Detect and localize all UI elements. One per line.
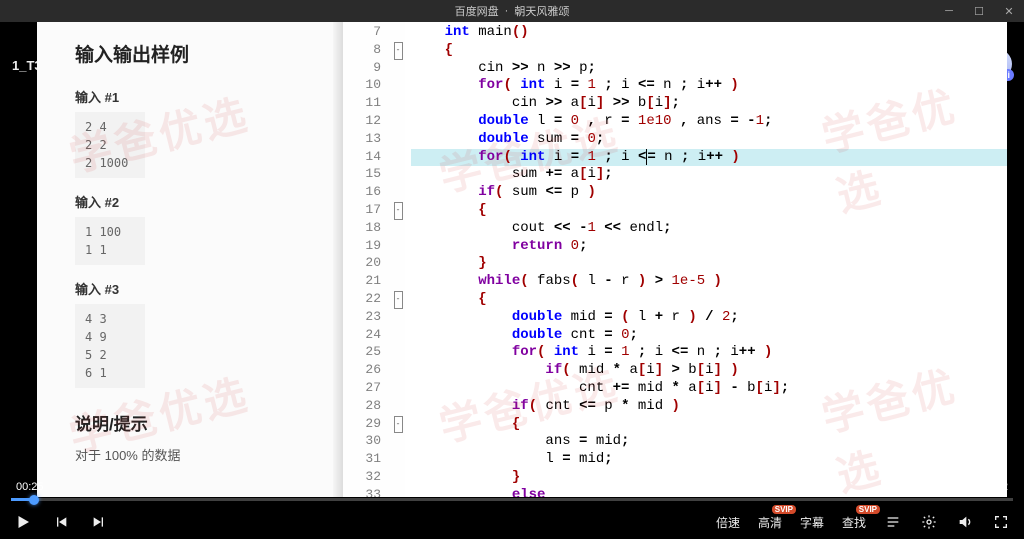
input2-data: 1 100 1 1 (75, 217, 145, 265)
input2-label: 输入 #2 (75, 192, 321, 211)
video-content: 输入输出样例 输入 #1 2 4 2 2 2 1000 输入 #2 1 100 … (37, 22, 1007, 497)
line-number-gutter: 7891011121314151617181920212223242526272… (343, 22, 391, 497)
title-bar: 百度网盘 · 朝天风雅颂 ─ ☐ ✕ (0, 0, 1024, 22)
settings-icon[interactable] (920, 513, 938, 531)
input1-label: 输入 #1 (75, 87, 321, 106)
maximize-button[interactable]: ☐ (964, 0, 994, 22)
input1-data: 2 4 2 2 2 1000 (75, 112, 145, 178)
current-time: 00:25 (16, 481, 44, 493)
code-panel: 7891011121314151617181920212223242526272… (343, 22, 1007, 497)
playlist-icon[interactable] (884, 513, 902, 531)
fullscreen-icon[interactable] (992, 513, 1010, 531)
document-name: 朝天风雅颂 (514, 3, 569, 19)
quality-button[interactable]: 高清SVIP (758, 514, 782, 531)
playback-controls: 倍速 高清SVIP 字幕 查找SVIP (0, 505, 1024, 539)
video-area: 1_T303346-kotori的设备.mp4 Hi 输入输出样例 输入 #1 … (0, 22, 1024, 539)
close-button[interactable]: ✕ (994, 0, 1024, 22)
problem-panel: 输入输出样例 输入 #1 2 4 2 2 2 1000 输入 #2 1 100 … (37, 22, 343, 497)
fold-gutter: ---- (391, 22, 405, 497)
io-heading: 输入输出样例 (75, 40, 321, 67)
search-button[interactable]: 查找SVIP (842, 514, 866, 531)
code-lines[interactable]: int main() { cin >> n >> p; for( int i =… (405, 22, 1007, 497)
hint-text: 对于 100% 的数据 (75, 445, 321, 464)
minimize-button[interactable]: ─ (934, 0, 964, 22)
total-time: 20:22 (980, 481, 1008, 493)
input3-data: 4 3 4 9 5 2 6 1 (75, 304, 145, 388)
play-button[interactable] (14, 513, 32, 531)
title-sep: · (505, 5, 509, 17)
hint-heading: 说明/提示 (75, 410, 321, 435)
subtitle-button[interactable]: 字幕 (800, 514, 824, 531)
prev-button[interactable] (52, 513, 70, 531)
volume-icon[interactable] (956, 513, 974, 531)
speed-button[interactable]: 倍速 (716, 514, 740, 531)
next-button[interactable] (90, 513, 108, 531)
progress-bar[interactable] (11, 498, 1013, 501)
app-name: 百度网盘 (455, 3, 499, 19)
input3-label: 输入 #3 (75, 279, 321, 298)
